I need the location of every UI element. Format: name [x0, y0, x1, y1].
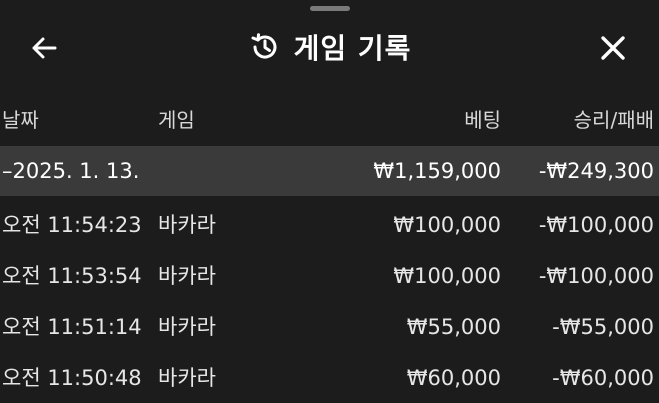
- date-group-row[interactable]: –2025. 1. 13. ₩1,159,000 -₩249,300: [0, 146, 659, 196]
- row-result: -₩60,000: [552, 366, 654, 390]
- row-game: 바카라: [158, 264, 216, 288]
- table-row[interactable]: 오전 11:53:54 바카라 ₩100,000 -₩100,000: [0, 251, 659, 301]
- header: 게임 기록: [0, 16, 659, 78]
- row-game: 바카라: [158, 366, 216, 390]
- row-result: -₩100,000: [538, 213, 654, 237]
- table-row[interactable]: 오전 11:50:48 바카라 ₩60,000 -₩60,000: [0, 353, 659, 403]
- history-icon: [248, 30, 282, 64]
- column-header-date[interactable]: 날짜: [2, 104, 39, 133]
- title-group: 게임 기록: [0, 26, 659, 68]
- table-header: 날짜 게임 베팅 승리/패배: [0, 104, 659, 138]
- row-bet: ₩100,000: [393, 264, 501, 288]
- column-header-game[interactable]: 게임: [158, 104, 195, 133]
- row-time: 오전 11:50:48: [2, 366, 142, 390]
- group-bet-total: ₩1,159,000: [373, 159, 501, 183]
- row-bet: ₩100,000: [393, 213, 501, 237]
- row-bet: ₩55,000: [406, 315, 501, 339]
- table-row[interactable]: 오전 11:51:14 바카라 ₩55,000 -₩55,000: [0, 302, 659, 352]
- close-icon: [601, 36, 625, 60]
- row-time: 오전 11:53:54: [2, 264, 142, 288]
- row-time: 오전 11:54:23: [2, 213, 142, 237]
- group-date: –2025. 1. 13.: [2, 159, 140, 183]
- table-row[interactable]: 오전 11:54:23 바카라 ₩100,000 -₩100,000: [0, 200, 659, 250]
- row-bet: ₩60,000: [406, 366, 501, 390]
- row-time: 오전 11:51:14: [2, 315, 142, 339]
- group-result-total: -₩249,300: [538, 159, 654, 183]
- row-result: -₩55,000: [552, 315, 654, 339]
- page-title: 게임 기록: [293, 32, 412, 65]
- column-header-bet[interactable]: 베팅: [464, 104, 501, 133]
- row-game: 바카라: [158, 315, 216, 339]
- column-header-result[interactable]: 승리/패배: [574, 104, 654, 133]
- close-button[interactable]: [593, 28, 633, 68]
- drag-handle[interactable]: [310, 6, 350, 11]
- row-game: 바카라: [158, 213, 216, 237]
- row-result: -₩100,000: [538, 264, 654, 288]
